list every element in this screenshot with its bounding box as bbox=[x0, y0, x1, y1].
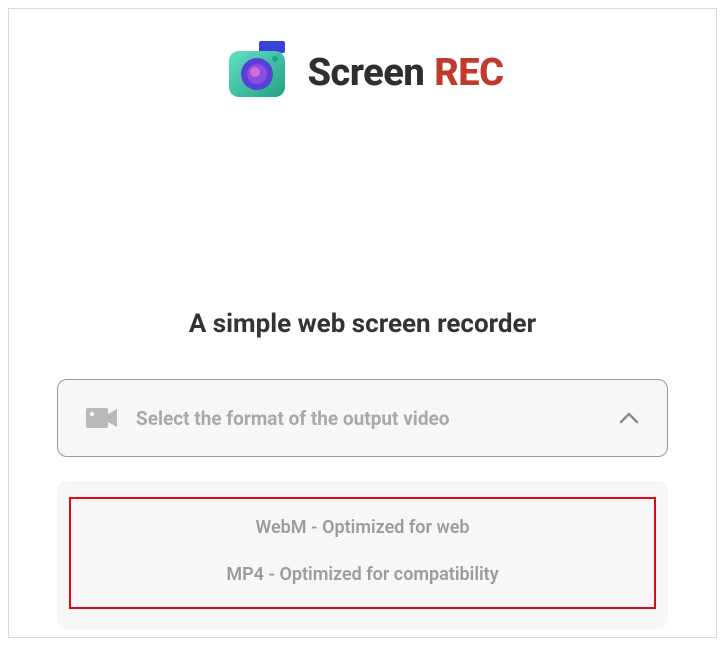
format-options-highlight: WebM - Optimized for web MP4 - Optimized… bbox=[69, 497, 656, 609]
format-select-placeholder: Select the format of the output video bbox=[136, 407, 619, 430]
brand-title: Screen REC bbox=[307, 51, 503, 95]
logo-row: Screen REC bbox=[9, 37, 716, 109]
option-webm[interactable]: WebM - Optimized for web bbox=[255, 517, 469, 538]
format-options-panel: WebM - Optimized for web MP4 - Optimized… bbox=[57, 481, 668, 629]
format-select[interactable]: Select the format of the output video bbox=[57, 379, 668, 457]
app-frame: Screen REC A simple web screen recorder … bbox=[8, 8, 717, 638]
camera-icon bbox=[221, 37, 293, 109]
format-select-row: Select the format of the output video bbox=[57, 379, 668, 457]
option-mp4[interactable]: MP4 - Optimized for compatibility bbox=[226, 564, 498, 585]
chevron-up-icon bbox=[619, 409, 639, 428]
brand-word-screen: Screen bbox=[307, 51, 424, 95]
video-camera-icon bbox=[86, 406, 118, 430]
brand-word-rec: REC bbox=[434, 51, 503, 95]
tagline: A simple web screen recorder bbox=[9, 309, 716, 339]
